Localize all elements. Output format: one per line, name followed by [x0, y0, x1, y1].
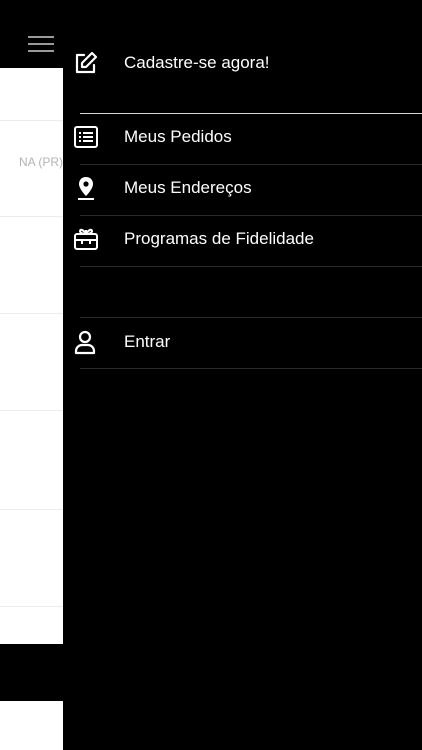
background-divider	[0, 606, 63, 607]
menu-item-signup[interactable]: Cadastre-se agora!	[63, 38, 422, 88]
background-app: NA (PR)	[0, 0, 63, 750]
menu-divider	[80, 368, 422, 369]
menu-item-label: Meus Endereços	[124, 178, 252, 197]
user-icon	[73, 329, 99, 355]
background-location-text: NA (PR)	[18, 155, 63, 169]
background-divider	[0, 313, 63, 314]
background-divider	[0, 410, 63, 411]
menu-item-loyalty[interactable]: Programas de Fidelidade	[63, 214, 422, 264]
menu-item-label: Cadastre-se agora!	[124, 53, 270, 72]
location-pin-icon	[73, 175, 99, 201]
edit-icon	[73, 50, 99, 76]
background-top-bar	[0, 0, 63, 68]
background-footer-bar	[0, 644, 63, 701]
background-divider	[0, 509, 63, 510]
side-drawer: Cadastre-se agora! Meus Pedidos Meus End…	[63, 0, 422, 750]
menu-item-orders[interactable]: Meus Pedidos	[63, 112, 422, 162]
gift-card-icon	[73, 226, 99, 252]
background-divider	[0, 216, 63, 217]
menu-item-label: Meus Pedidos	[124, 127, 232, 146]
background-footer-area	[0, 701, 63, 750]
menu-item-label: Programas de Fidelidade	[124, 229, 314, 248]
menu-item-addresses[interactable]: Meus Endereços	[63, 163, 422, 213]
menu-item-login[interactable]: Entrar	[63, 317, 422, 367]
menu-item-label: Entrar	[124, 332, 171, 351]
background-divider	[0, 120, 63, 121]
list-icon	[73, 124, 99, 150]
menu-divider	[80, 266, 422, 267]
hamburger-menu-icon[interactable]	[28, 36, 54, 54]
